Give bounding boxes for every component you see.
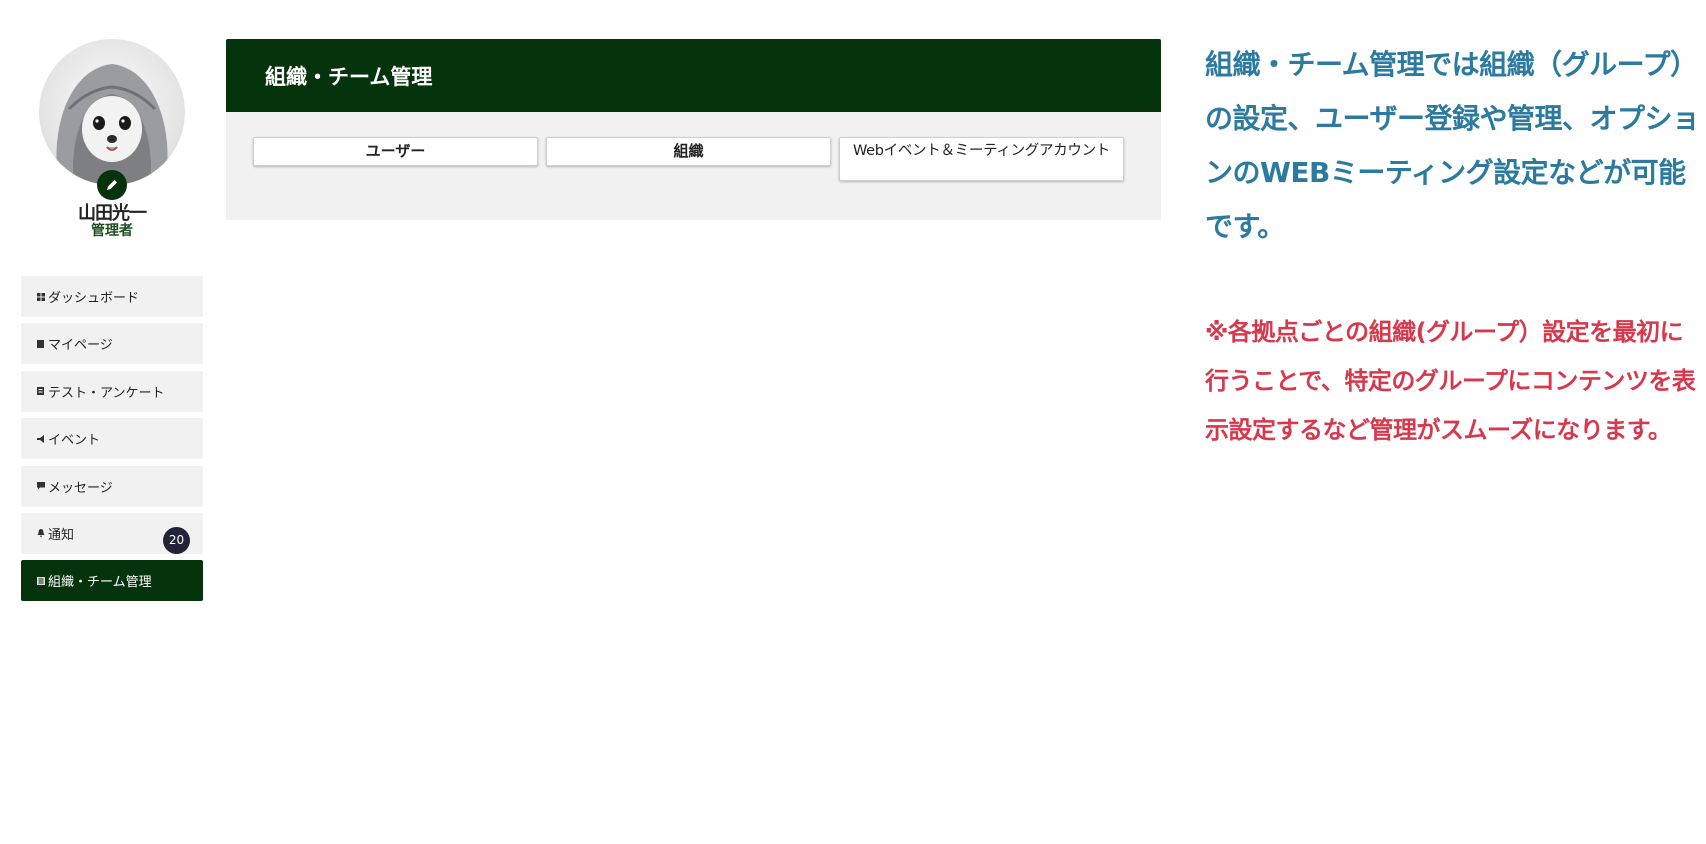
sidebar-item-dashboard[interactable]: ダッシュボード bbox=[21, 276, 203, 317]
dog-avatar-image bbox=[56, 64, 168, 185]
profile-card: 山田光一 管理者 bbox=[21, 0, 203, 240]
sidebar-item-label: ダッシュボード bbox=[48, 291, 140, 306]
test-icon bbox=[36, 387, 45, 396]
sidebar-item-team-management[interactable]: 組織・チーム管理 bbox=[21, 560, 203, 602]
sidebar-item-label: テスト・アンケート bbox=[48, 385, 165, 401]
page-title: 組織・チーム管理 bbox=[226, 39, 1161, 112]
edit-profile-button[interactable] bbox=[97, 170, 127, 200]
profile-name: 山田光一 bbox=[78, 203, 147, 224]
description-note: 組織・チーム管理では組織（グループ）の設定、ユーザー登録や管理、オプションのWE… bbox=[1205, 48, 1700, 243]
megaphone-icon bbox=[36, 434, 45, 443]
sidebar-item-notification[interactable]: 通知 20 bbox=[21, 512, 203, 554]
sidebar-nav: ダッシュボード マイページ テスト・アンケート イベント メッセージ 通知 20… bbox=[21, 276, 203, 608]
sidebar-item-label: メッセージ bbox=[48, 480, 113, 496]
avatar[interactable] bbox=[39, 39, 185, 185]
notification-count-badge: 20 bbox=[163, 526, 190, 554]
sidebar-item-label: マイページ bbox=[48, 338, 113, 354]
pencil-icon bbox=[107, 180, 117, 190]
sidebar-item-label: イベント bbox=[48, 433, 101, 449]
tab-users[interactable]: ユーザー bbox=[253, 137, 538, 166]
sidebar-item-label: 組織・チーム管理 bbox=[48, 575, 152, 591]
sidebar-item-test[interactable]: テスト・アンケート bbox=[21, 370, 203, 412]
warning-note: ※各拠点ごとの組織(グループ）設定を最初に行うことで、特定のグループにコンテンツ… bbox=[1205, 318, 1696, 444]
bell-icon bbox=[36, 529, 45, 538]
sidebar-item-label: 通知 bbox=[48, 527, 75, 543]
tab-organization[interactable]: 組織 bbox=[546, 137, 831, 166]
profile-role: 管理者 bbox=[91, 223, 133, 239]
message-icon bbox=[36, 482, 45, 491]
tab-web-event-meeting-account[interactable]: Webイベント＆ミーティングアカウント bbox=[839, 137, 1124, 181]
sidebar: 山田光一 管理者 ダッシュボード マイページ テスト・アンケート イベント メッ… bbox=[21, 0, 203, 602]
sidebar-item-mypage[interactable]: マイページ bbox=[21, 323, 203, 365]
sidebar-item-event[interactable]: イベント bbox=[21, 418, 203, 460]
team-icon bbox=[36, 576, 45, 585]
dashboard-icon bbox=[36, 292, 45, 301]
team-management-panel: 組織・チーム管理 ユーザー 組織 Webイベント＆ミーティングアカウント bbox=[226, 39, 1161, 220]
page-icon bbox=[36, 339, 45, 348]
sidebar-item-message[interactable]: メッセージ bbox=[21, 465, 203, 507]
